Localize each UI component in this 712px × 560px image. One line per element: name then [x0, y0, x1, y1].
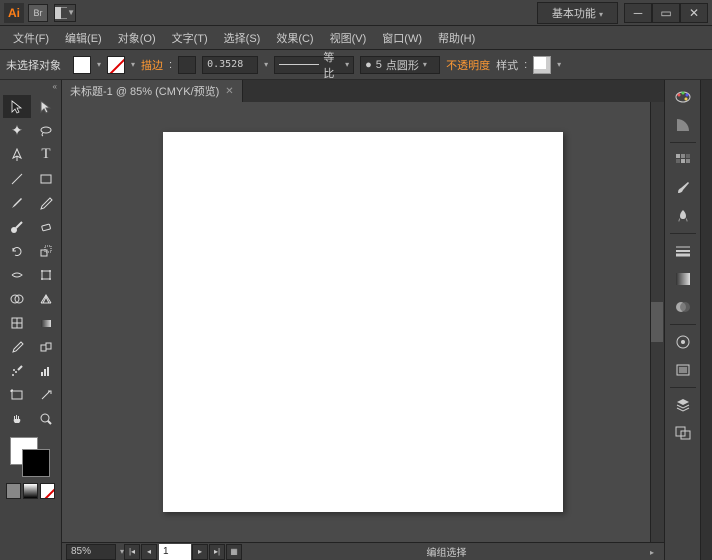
symbols-panel-icon[interactable]	[670, 203, 696, 229]
right-panel-dock	[664, 80, 700, 560]
paintbrush-tool[interactable]	[3, 191, 31, 214]
blob-brush-tool[interactable]	[3, 215, 31, 238]
close-button[interactable]: ✕	[680, 3, 708, 23]
artboard-tool[interactable]	[3, 383, 31, 406]
control-bar: 未选择对象 ▾ ▾ 描边: ▾ 等比▾ ●5点圆形▾ 不透明度 样式: ▾	[0, 50, 712, 80]
artboard-nav-button[interactable]: ▦	[226, 544, 242, 560]
width-tool[interactable]	[3, 263, 31, 286]
opacity-label[interactable]: 不透明度	[446, 57, 490, 73]
workspace-dropdown[interactable]: 基本功能 ▾	[537, 2, 618, 24]
stroke-panel-icon[interactable]	[670, 238, 696, 264]
prev-page-button[interactable]: ◂	[141, 544, 157, 560]
vertical-scrollbar[interactable]	[650, 102, 664, 542]
background-color[interactable]	[22, 449, 50, 477]
rectangle-tool[interactable]	[32, 167, 60, 190]
type-tool[interactable]: T	[32, 143, 60, 166]
brush-dropdown[interactable]: ●5点圆形▾	[360, 56, 440, 74]
status-mode-label: 编组选择	[243, 544, 650, 559]
toolbox: « ✦ T	[0, 80, 62, 560]
layout-icon[interactable]: ▼	[54, 4, 76, 22]
style-swatch[interactable]	[533, 56, 551, 74]
perspective-grid-tool[interactable]	[32, 287, 60, 310]
swatches-panel-icon[interactable]	[670, 147, 696, 173]
stroke-width-input[interactable]	[202, 56, 258, 74]
stroke-swatch[interactable]	[107, 56, 125, 74]
minimize-button[interactable]: ─	[624, 3, 652, 23]
scrollbar-thumb[interactable]	[651, 302, 663, 342]
artboards-panel-icon[interactable]	[670, 420, 696, 446]
shape-builder-tool[interactable]	[3, 287, 31, 310]
menu-type[interactable]: 文字(T)	[165, 27, 215, 49]
first-page-button[interactable]: |◂	[124, 544, 140, 560]
rotate-tool[interactable]	[3, 239, 31, 262]
menu-edit[interactable]: 编辑(E)	[58, 27, 109, 49]
canvas-area[interactable]	[62, 102, 664, 542]
slice-tool[interactable]	[32, 383, 60, 406]
magic-wand-tool[interactable]: ✦	[3, 119, 31, 142]
bridge-icon[interactable]: Br	[28, 4, 48, 22]
eraser-tool[interactable]	[32, 215, 60, 238]
scale-tool[interactable]	[32, 239, 60, 262]
color-mode-gradient[interactable]	[23, 483, 38, 499]
document-tabs: 未标题-1 @ 85% (CMYK/预览) ✕	[62, 80, 664, 102]
graphic-styles-panel-icon[interactable]	[670, 357, 696, 383]
pen-tool[interactable]	[3, 143, 31, 166]
zoom-tool[interactable]	[32, 407, 60, 430]
transparency-panel-icon[interactable]	[670, 294, 696, 320]
color-mode-solid[interactable]	[6, 483, 21, 499]
style-label: 样式	[496, 57, 518, 73]
menu-effect[interactable]: 效果(C)	[269, 27, 320, 49]
status-bar: 85% ▾ |◂ ◂ 1 ▸ ▸| ▦ 编组选择 ▸	[62, 542, 664, 560]
mesh-tool[interactable]	[3, 311, 31, 334]
symbol-sprayer-tool[interactable]	[3, 359, 31, 382]
app-logo-icon: Ai	[4, 3, 24, 23]
appearance-panel-icon[interactable]	[670, 329, 696, 355]
titlebar: Ai Br ▼ 基本功能 ▾ ─ ▭ ✕	[0, 0, 712, 26]
blend-tool[interactable]	[32, 335, 60, 358]
zoom-input[interactable]: 85%	[66, 544, 116, 560]
gradient-panel-icon[interactable]	[670, 266, 696, 292]
color-panel-icon[interactable]	[670, 84, 696, 110]
menu-view[interactable]: 视图(V)	[323, 27, 374, 49]
brushes-panel-icon[interactable]	[670, 175, 696, 201]
gradient-tool[interactable]	[32, 311, 60, 334]
color-picker[interactable]	[2, 435, 59, 479]
color-guide-panel-icon[interactable]	[670, 112, 696, 138]
layers-panel-icon[interactable]	[670, 392, 696, 418]
panel-edge[interactable]	[700, 80, 712, 560]
last-page-button[interactable]: ▸|	[209, 544, 225, 560]
menu-object[interactable]: 对象(O)	[111, 27, 163, 49]
eyedropper-tool[interactable]	[3, 335, 31, 358]
stroke-width-icon[interactable]	[178, 56, 196, 74]
menubar: 文件(F) 编辑(E) 对象(O) 文字(T) 选择(S) 效果(C) 视图(V…	[0, 26, 712, 50]
direct-selection-tool[interactable]	[32, 95, 60, 118]
color-mode-none[interactable]	[40, 483, 55, 499]
maximize-button[interactable]: ▭	[652, 3, 680, 23]
menu-help[interactable]: 帮助(H)	[431, 27, 482, 49]
artboard[interactable]	[163, 132, 563, 512]
page-number-input[interactable]: 1	[159, 544, 191, 560]
stroke-label[interactable]: 描边	[141, 57, 163, 73]
document-tab[interactable]: 未标题-1 @ 85% (CMYK/预览) ✕	[62, 80, 243, 102]
free-transform-tool[interactable]	[32, 263, 60, 286]
hand-tool[interactable]	[3, 407, 31, 430]
next-page-button[interactable]: ▸	[192, 544, 208, 560]
selection-tool[interactable]	[3, 95, 31, 118]
close-tab-icon[interactable]: ✕	[225, 86, 233, 97]
line-tool[interactable]	[3, 167, 31, 190]
lasso-tool[interactable]	[32, 119, 60, 142]
menu-window[interactable]: 窗口(W)	[375, 27, 429, 49]
menu-file[interactable]: 文件(F)	[6, 27, 56, 49]
graph-tool[interactable]	[32, 359, 60, 382]
scale-dropdown[interactable]: 等比▾	[274, 56, 354, 74]
selection-status: 未选择对象	[6, 57, 61, 73]
pencil-tool[interactable]	[32, 191, 60, 214]
fill-swatch[interactable]	[73, 56, 91, 74]
toolbox-collapse-icon[interactable]: «	[53, 82, 57, 94]
menu-select[interactable]: 选择(S)	[217, 27, 268, 49]
